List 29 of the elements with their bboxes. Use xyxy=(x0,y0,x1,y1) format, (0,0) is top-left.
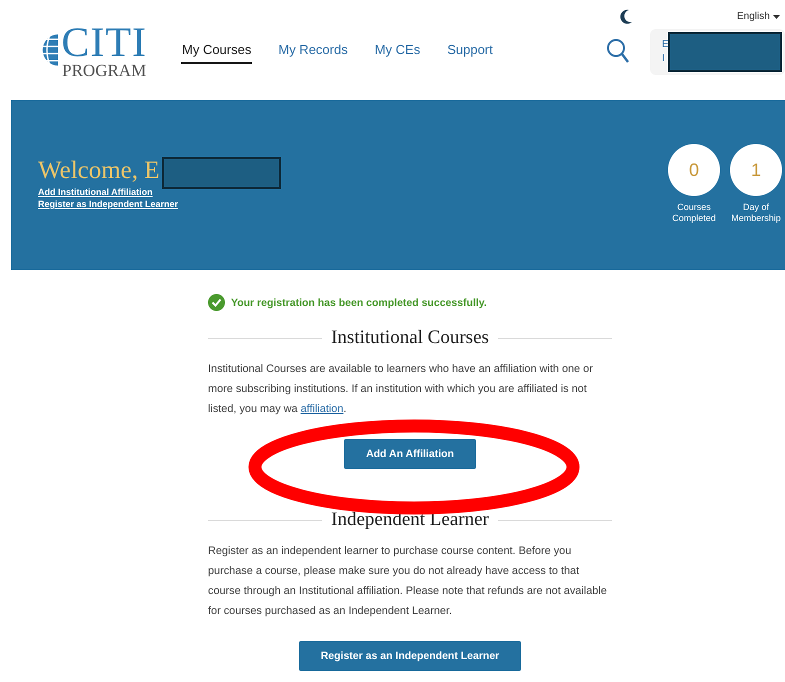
moon-icon[interactable] xyxy=(619,9,633,25)
section-button[interactable]: Add An Affiliation xyxy=(344,439,476,469)
nav-link[interactable]: My CEs xyxy=(374,38,422,64)
nav-link[interactable]: Support xyxy=(446,38,494,64)
section-description: Institutional Courses are available to learners who have an affiliation with one or more subscribing institutions. If an institution with which you are affiliated is not listed, you may wa affiliation. xyxy=(208,362,594,417)
caret-icon xyxy=(772,14,780,18)
welcome-heading: Welcome, E xyxy=(38,156,161,186)
logo-title: CITI xyxy=(61,22,147,64)
banner-link[interactable]: Register as Independent Learner xyxy=(38,198,178,210)
stat-value: 1 xyxy=(730,144,782,196)
stat-label: Day of Membership xyxy=(730,202,782,224)
section-heading: Institutional Courses xyxy=(331,327,489,349)
account-id: I xyxy=(662,52,666,66)
section-description: Register as an independent learner to purchase course content. Before you purchase a course, please make sure you do not already have access to that course through an Institutional affiliation. Please note that refunds are not available for courses purchased as an Independent Learner. xyxy=(208,544,608,619)
language-menu[interactable]: English xyxy=(737,11,780,22)
account-card[interactable]: E I xyxy=(650,29,785,75)
section-heading: Independent Learner xyxy=(331,509,489,531)
nav-link[interactable]: My Courses xyxy=(181,38,252,64)
banner-link[interactable]: Add Institutional Affiliation xyxy=(38,186,178,198)
logo-subtitle: PROGRAM xyxy=(62,62,146,78)
section-button[interactable]: Register as an Independent Learner xyxy=(298,641,522,671)
affiliation-link[interactable]: affiliation xyxy=(300,403,344,415)
success-message: Your registration has been completed successfully. xyxy=(231,296,487,308)
check-circle-icon xyxy=(208,294,225,311)
account-name: E xyxy=(662,38,670,52)
nav-link[interactable]: My Records xyxy=(277,38,349,64)
stat-label: Courses Completed xyxy=(671,202,717,224)
stat-value: 0 xyxy=(668,144,720,196)
search-icon[interactable] xyxy=(606,38,630,64)
